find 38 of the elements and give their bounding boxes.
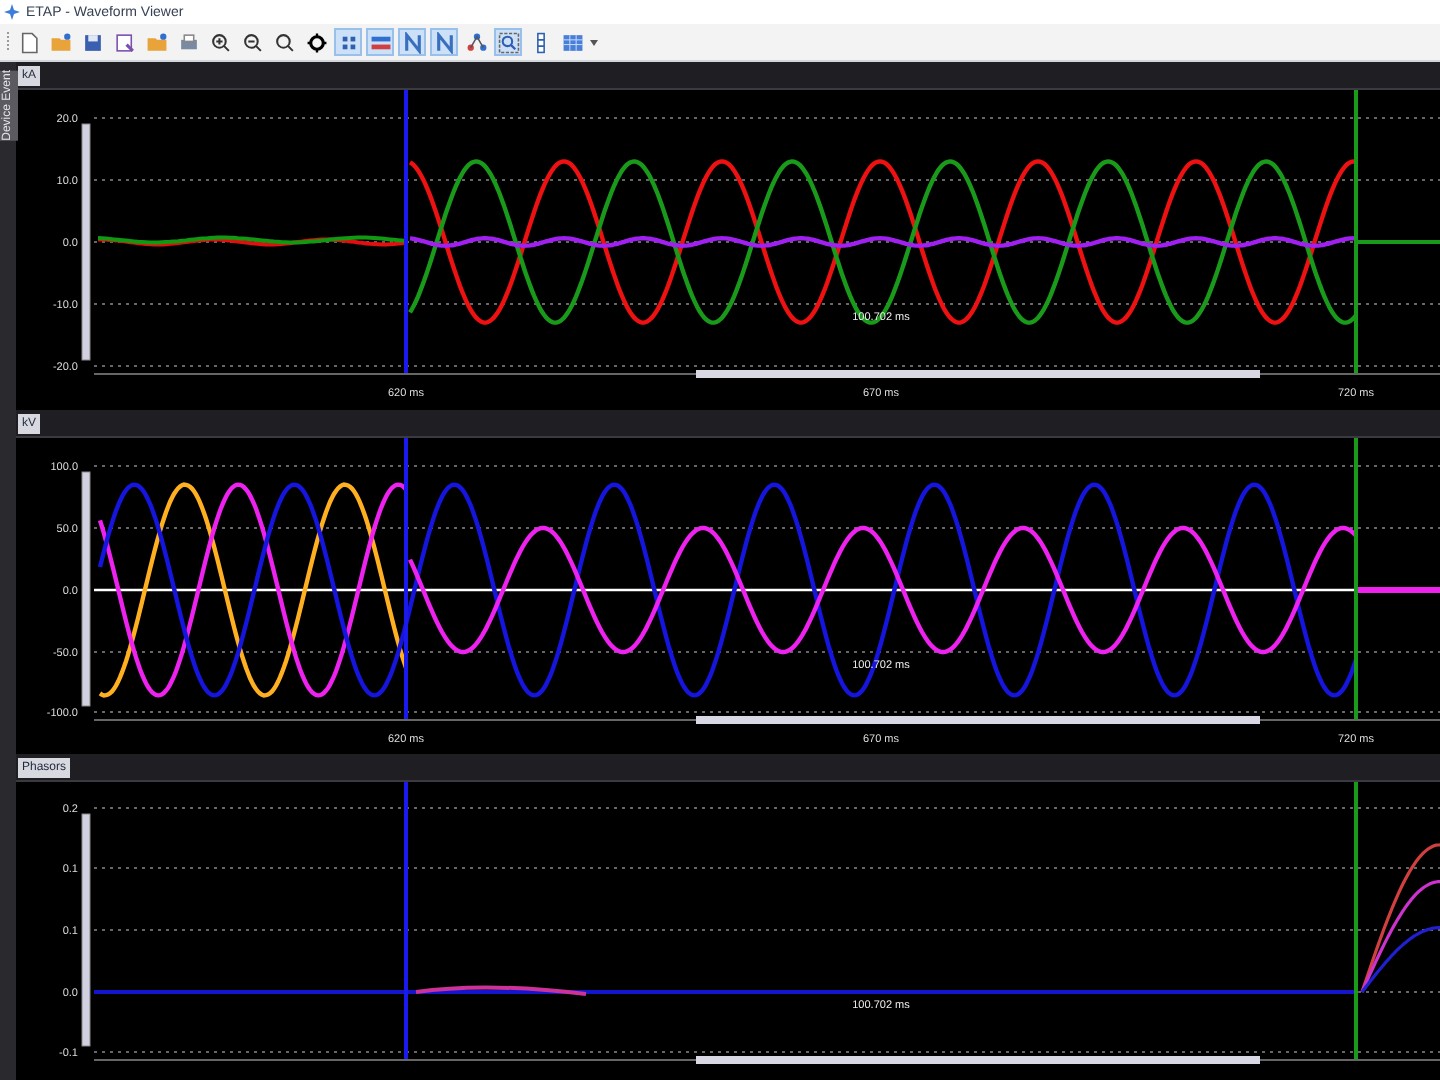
table-icon [561, 31, 583, 53]
folder-icon [145, 31, 167, 53]
new-file-icon [17, 31, 39, 53]
zoom-out-button[interactable] [238, 28, 266, 56]
zigzag-button[interactable] [430, 28, 458, 56]
horizontal-scrollbar[interactable] [696, 1056, 1260, 1064]
zoom-box-icon [497, 31, 519, 53]
overflow-caret-icon[interactable] [590, 38, 598, 46]
search-icon [273, 31, 295, 53]
save-icon [81, 31, 103, 53]
network-icon [465, 31, 487, 53]
network-button[interactable] [462, 28, 490, 56]
search-button[interactable] [270, 28, 298, 56]
zigzag-button[interactable] [398, 28, 426, 56]
zigzag-icon [401, 31, 423, 53]
zoom-box-button[interactable] [494, 28, 522, 56]
printer-icon [177, 31, 199, 53]
vertical-scrollbar[interactable] [81, 123, 91, 361]
horizontal-scrollbar[interactable] [696, 716, 1260, 724]
document-icon [113, 31, 135, 53]
vertical-scrollbar[interactable] [81, 471, 91, 707]
grid-button[interactable] [334, 28, 362, 56]
zoom-in-icon [209, 31, 231, 53]
app-logo-icon [4, 4, 20, 20]
folder-icon [49, 31, 71, 53]
folder-button[interactable] [46, 28, 74, 56]
folder-button[interactable] [142, 28, 170, 56]
zigzag-icon [433, 31, 455, 53]
vertical-scrollbar[interactable] [81, 813, 91, 1047]
target-button[interactable] [302, 28, 330, 56]
grid-icon [337, 31, 359, 53]
zoom-in-button[interactable] [206, 28, 234, 56]
document-button[interactable] [110, 28, 138, 56]
zoom-out-icon [241, 31, 263, 53]
legend-icon [369, 31, 391, 53]
legend-button[interactable] [366, 28, 394, 56]
horizontal-scrollbar[interactable] [696, 370, 1260, 378]
target-icon [305, 31, 327, 53]
